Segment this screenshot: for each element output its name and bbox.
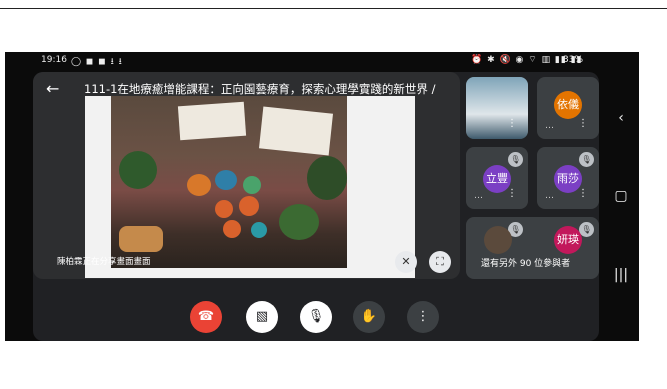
participant-rail: ⋮ 依儀 ⋮ … 🎙 立豐 ⋮ … 🎙 雨莎 ⋮ … 🎙 🎙 妍瑛 還有另外 9… (466, 72, 599, 282)
more-icon[interactable]: ⋮ (577, 187, 589, 201)
others-count: 還有另外 90 位參與者 (481, 259, 571, 269)
photo-orange (215, 200, 233, 218)
more-icon[interactable]: ⋮ (506, 187, 518, 201)
presentation-tile[interactable]: ← 111-1在地療癒增能課程：正向園藝療育，探索心理學實踐的新世界 / 陳柏霖… (33, 72, 460, 279)
photo-orange (223, 220, 241, 238)
photo-orange (251, 222, 267, 238)
photo-orange (239, 196, 259, 216)
photo-stone (187, 174, 211, 196)
avatar-photo (484, 226, 512, 254)
title-bar: ← 111-1在地療癒增能課程：正向園藝療育，探索心理學實踐的新世界 / (46, 78, 460, 100)
participant-ellipsis: … (545, 191, 554, 201)
top-divider (0, 8, 667, 9)
participant-ellipsis: … (474, 191, 483, 201)
participant-tile[interactable]: 依儀 ⋮ … (537, 77, 599, 139)
photo-plant (279, 204, 319, 240)
raise-hand-button[interactable]: ✋ (353, 301, 385, 333)
meet-window: ← 111-1在地療癒增能課程：正向園藝療育，探索心理學實踐的新世界 / 陳柏霖… (33, 72, 599, 341)
mic-off-button[interactable]: 🎙 (300, 301, 332, 333)
more-options-button[interactable]: ⋮ (407, 301, 439, 333)
participant-ellipsis: … (545, 121, 554, 131)
photo-card (258, 106, 334, 156)
phone-screen: 19:16 ◯ ◼ ◼ ⭳ ⭳ ⏰ ✱ 🔇 ◉ ⌔ ▥ ▮▮ ▮▮ 33% ← … (5, 52, 639, 341)
battery-level: 33% (563, 55, 584, 65)
end-call-button[interactable]: ☎ (190, 301, 222, 333)
presenter-label: 陳柏霖正在分享畫面畫面 (57, 257, 151, 267)
photo-stone (215, 170, 237, 190)
photo-card (177, 101, 247, 141)
more-icon[interactable]: ⋮ (577, 117, 589, 131)
photo-plant (119, 151, 157, 189)
nav-recents-icon[interactable]: ||| (603, 267, 639, 283)
avatar: 依儀 (554, 91, 582, 119)
mic-off-icon: 🎙 (579, 152, 594, 167)
call-controls: ☎ ▧ 🎙 ✋ ⋮ (33, 288, 599, 340)
photo-plant (307, 156, 347, 200)
more-icon[interactable]: ⋮ (506, 117, 518, 131)
notification-icons: ◯ ◼ ◼ ⭳ ⭳ (71, 57, 123, 67)
participant-tile[interactable]: 🎙 雨莎 ⋮ … (537, 147, 599, 209)
participant-tile[interactable]: 🎙 立豐 ⋮ … (466, 147, 528, 209)
fullscreen-icon[interactable]: ⛶ (429, 251, 451, 273)
camera-off-button[interactable]: ▧ (246, 301, 278, 333)
self-video (466, 77, 528, 139)
nav-back-icon[interactable]: ‹ (603, 110, 639, 126)
avatar: 妍瑛 (554, 226, 582, 254)
unpin-icon[interactable]: ✕ (395, 251, 417, 273)
shared-photo (111, 96, 347, 268)
mic-off-icon: 🎙 (508, 152, 523, 167)
android-nav-bar: ‹ ▢ ||| (603, 52, 639, 341)
back-arrow-icon[interactable]: ← (46, 81, 64, 97)
nav-home-icon[interactable]: ▢ (603, 188, 639, 204)
photo-stone (243, 176, 261, 194)
status-bar: 19:16 ◯ ◼ ◼ ⭳ ⭳ ⏰ ✱ 🔇 ◉ ⌔ ▥ ▮▮ ▮▮ 33% (5, 52, 639, 68)
overflow-participants-tile[interactable]: 🎙 🎙 妍瑛 還有另外 90 位參與者 (466, 217, 599, 279)
status-time: 19:16 (41, 55, 67, 65)
participant-tile-self[interactable]: ⋮ (466, 77, 528, 139)
photo-wood (119, 226, 163, 252)
meeting-title: 111-1在地療癒增能課程：正向園藝療育，探索心理學實踐的新世界 / (84, 82, 436, 96)
